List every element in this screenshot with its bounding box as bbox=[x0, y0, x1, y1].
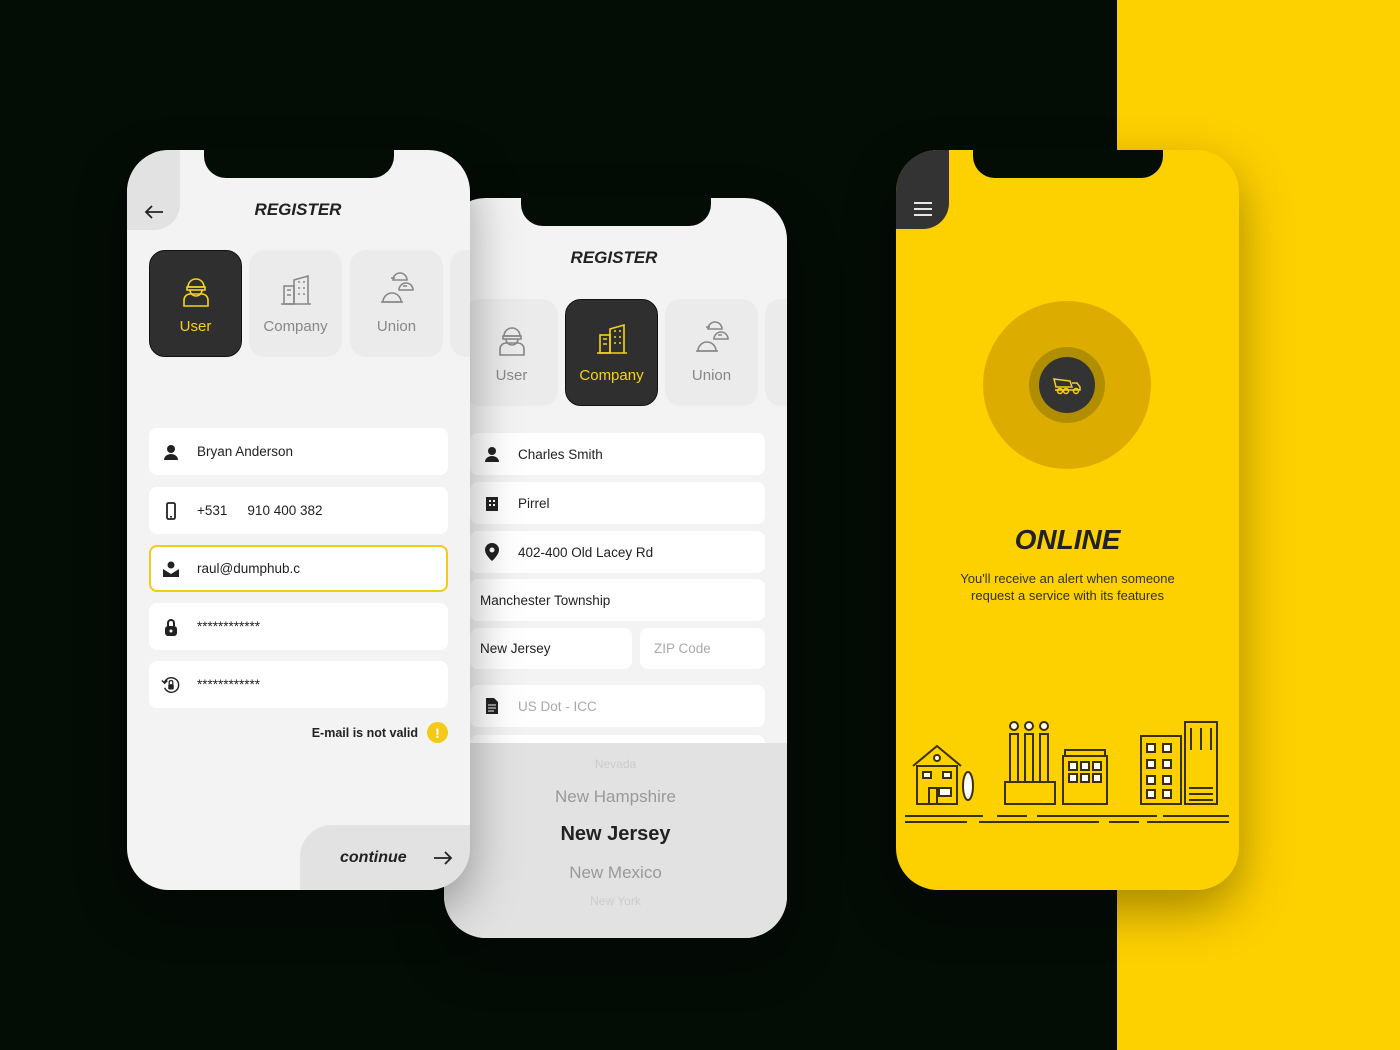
hamburger-menu-icon bbox=[913, 202, 932, 216]
state-field[interactable]: New Jersey bbox=[470, 628, 632, 669]
arrow-left-icon bbox=[144, 205, 163, 219]
building-icon bbox=[482, 493, 502, 513]
lock-refresh-icon bbox=[161, 675, 181, 695]
email-value: raul@dumphub.c bbox=[197, 561, 301, 576]
tab-user[interactable]: User bbox=[465, 299, 558, 406]
password-confirm-value: ************ bbox=[197, 677, 261, 692]
continue-button[interactable]: continue bbox=[300, 825, 470, 890]
phone-field[interactable]: +531 910 400 382 bbox=[149, 487, 448, 534]
tab-more[interactable] bbox=[450, 250, 470, 357]
mail-user-icon bbox=[161, 559, 181, 579]
status-title: ONLINE bbox=[1014, 524, 1121, 555]
password-confirm-field[interactable]: ************ bbox=[149, 661, 448, 708]
state-value: New Jersey bbox=[480, 641, 551, 656]
tree-icon bbox=[962, 771, 974, 801]
password-field[interactable]: ************ bbox=[149, 603, 448, 650]
name-field[interactable]: Bryan Anderson bbox=[149, 428, 448, 475]
location-pin-icon bbox=[482, 542, 502, 562]
usdot-field[interactable]: US Dot - ICC bbox=[470, 685, 765, 727]
office-building-icon bbox=[1062, 749, 1108, 805]
picker-item[interactable]: New Hampshire bbox=[444, 787, 787, 807]
lock-icon bbox=[161, 617, 181, 637]
city-value: Manchester Township bbox=[480, 592, 611, 608]
notch bbox=[973, 150, 1163, 178]
zip-placeholder: ZIP Code bbox=[654, 641, 711, 656]
picker-item[interactable]: Nevada bbox=[444, 757, 787, 771]
document-icon bbox=[482, 696, 502, 716]
tower-icon bbox=[1140, 721, 1218, 805]
house-icon bbox=[912, 744, 962, 805]
notch bbox=[204, 150, 394, 178]
tab-company[interactable]: Company bbox=[565, 299, 658, 406]
status-circle bbox=[983, 301, 1151, 469]
usdot-placeholder: US Dot - ICC bbox=[518, 698, 597, 714]
menu-button[interactable] bbox=[896, 150, 949, 229]
address-field[interactable]: 402-400 Old Lacey Rd bbox=[470, 531, 765, 573]
name-value: Bryan Anderson bbox=[197, 444, 294, 459]
page-title: REGISTER bbox=[254, 200, 342, 219]
city-illustration bbox=[905, 721, 1229, 823]
tab-more[interactable] bbox=[765, 299, 787, 406]
phone-online: ONLINE You'll receive an alert when some… bbox=[896, 150, 1239, 890]
tab-union[interactable]: Union bbox=[350, 250, 443, 357]
notch bbox=[521, 198, 711, 226]
warning-icon: ! bbox=[427, 722, 448, 743]
arrow-right-icon bbox=[433, 850, 452, 865]
tab-label: Company bbox=[263, 318, 328, 335]
tab-label: User bbox=[179, 318, 212, 335]
tab-label: Company bbox=[579, 367, 644, 384]
picker-item[interactable]: New York bbox=[444, 894, 787, 908]
person-icon bbox=[482, 444, 502, 464]
email-error: E-mail is not valid ! bbox=[312, 722, 448, 743]
city-field[interactable]: Manchester Township bbox=[470, 579, 765, 621]
address-value: 402-400 Old Lacey Rd bbox=[518, 544, 654, 560]
phone-register-user: REGISTER User Company Union Bryan Anders… bbox=[127, 150, 470, 890]
worker-icon bbox=[498, 327, 525, 356]
building-icon bbox=[596, 323, 627, 354]
tab-company[interactable]: Company bbox=[249, 250, 342, 357]
description-line: request a service with its features bbox=[971, 588, 1164, 603]
tab-label: User bbox=[495, 367, 528, 384]
back-button[interactable] bbox=[127, 150, 180, 230]
zip-field[interactable]: ZIP Code bbox=[640, 628, 765, 669]
helmets-icon bbox=[380, 272, 414, 303]
helmets-icon bbox=[695, 321, 729, 352]
password-value: ************ bbox=[197, 619, 261, 634]
company-value: Pirrel bbox=[518, 495, 550, 511]
description-line: You'll receive an alert when someone bbox=[960, 571, 1175, 586]
status-description: You'll receive an alert when someone req… bbox=[896, 570, 1239, 604]
dump-truck-icon bbox=[1053, 378, 1081, 395]
tab-union[interactable]: Union bbox=[665, 299, 758, 406]
continue-label: continue bbox=[340, 848, 407, 866]
tab-user[interactable]: User bbox=[149, 250, 242, 357]
page-title: REGISTER bbox=[570, 248, 658, 267]
picker-item-selected[interactable]: New Jersey bbox=[444, 823, 787, 846]
tab-label: Union bbox=[691, 367, 732, 384]
person-icon bbox=[161, 442, 181, 462]
tab-label: Union bbox=[376, 318, 417, 335]
name-value: Charles Smith bbox=[518, 446, 603, 462]
error-text: E-mail is not valid bbox=[311, 725, 418, 740]
state-picker[interactable]: Nevada New Hampshire New Jersey New Mexi… bbox=[444, 743, 787, 938]
phone-number: 910 400 382 bbox=[247, 503, 323, 518]
phone-code: +531 bbox=[197, 503, 228, 518]
smartphone-icon bbox=[161, 501, 181, 521]
email-field[interactable]: raul@dumphub.c bbox=[149, 545, 448, 592]
worker-icon bbox=[182, 278, 209, 307]
picker-item[interactable]: New Mexico bbox=[444, 863, 787, 883]
building-icon bbox=[280, 274, 311, 305]
name-field[interactable]: Charles Smith bbox=[470, 433, 765, 475]
factory-icon bbox=[1004, 721, 1056, 805]
company-field[interactable]: Pirrel bbox=[470, 482, 765, 524]
phone-register-company: REGISTER User Company Union Charles Smit… bbox=[444, 198, 787, 938]
